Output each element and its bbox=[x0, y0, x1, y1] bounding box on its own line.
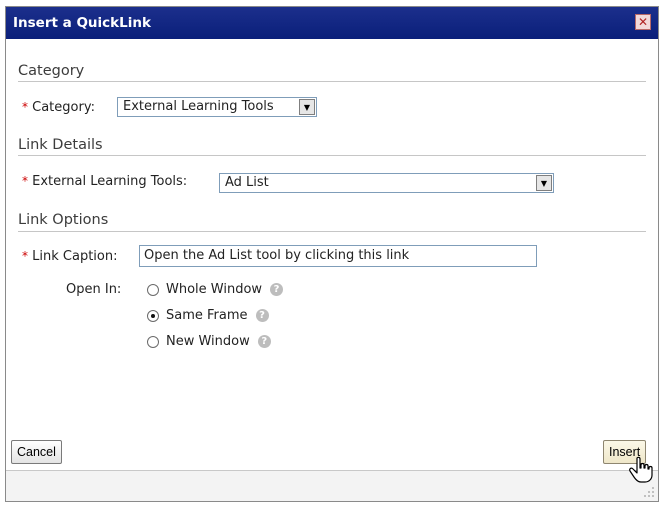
link-caption-label: Link Caption: bbox=[32, 249, 118, 264]
section-title-link-options: Link Options bbox=[18, 212, 109, 228]
link-caption-input[interactable]: Open the Ad List tool by clicking this l… bbox=[139, 245, 537, 267]
radio-label: Whole Window bbox=[166, 282, 263, 297]
resize-grip-icon[interactable] bbox=[643, 486, 655, 498]
cancel-button[interactable]: Cancel bbox=[11, 440, 62, 464]
required-marker: * bbox=[22, 249, 28, 263]
hand-cursor-icon bbox=[629, 456, 653, 483]
external-tools-label-wrap: * External Learning Tools: bbox=[22, 174, 187, 189]
dialog-titlebar: Insert a QuickLink ✕ bbox=[6, 7, 658, 39]
radio-label: New Window bbox=[166, 334, 250, 349]
help-icon[interactable]: ? bbox=[257, 335, 271, 348]
category-select-value: External Learning Tools bbox=[123, 99, 274, 114]
dialog-footer bbox=[6, 470, 658, 501]
category-label: Category: bbox=[32, 100, 95, 115]
help-icon[interactable]: ? bbox=[270, 283, 284, 296]
quicklink-dialog: Insert a QuickLink ✕ Category * Category… bbox=[5, 6, 659, 502]
link-caption-label-wrap: * Link Caption: bbox=[22, 249, 117, 264]
section-title-link-details: Link Details bbox=[18, 137, 103, 153]
radio-new-window[interactable]: New Window ? bbox=[147, 334, 271, 349]
radio-button[interactable] bbox=[147, 283, 159, 296]
category-label-wrap: * Category: bbox=[22, 100, 95, 115]
external-tools-select-value: Ad List bbox=[225, 175, 269, 190]
required-marker: * bbox=[22, 100, 28, 114]
external-tools-select[interactable]: Ad List ▼ bbox=[219, 173, 554, 193]
chevron-down-icon[interactable]: ▼ bbox=[299, 99, 315, 115]
radio-whole-window[interactable]: Whole Window ? bbox=[147, 282, 284, 297]
help-icon[interactable]: ? bbox=[255, 309, 269, 322]
section-divider bbox=[18, 155, 646, 156]
link-caption-value: Open the Ad List tool by clicking this l… bbox=[144, 248, 410, 263]
external-tools-label: External Learning Tools: bbox=[32, 174, 188, 189]
section-divider bbox=[18, 231, 646, 232]
dialog-title: Insert a QuickLink bbox=[13, 15, 151, 31]
close-icon[interactable]: ✕ bbox=[635, 14, 651, 30]
section-divider bbox=[18, 81, 646, 82]
section-title-category: Category bbox=[18, 63, 85, 79]
radio-same-frame[interactable]: Same Frame ? bbox=[147, 308, 269, 323]
radio-label: Same Frame bbox=[166, 308, 248, 323]
chevron-down-icon[interactable]: ▼ bbox=[536, 175, 552, 191]
category-select[interactable]: External Learning Tools ▼ bbox=[117, 97, 317, 117]
required-marker: * bbox=[22, 174, 28, 188]
radio-button[interactable] bbox=[147, 335, 159, 348]
open-in-label: Open In: bbox=[66, 282, 122, 297]
radio-button[interactable] bbox=[147, 309, 159, 322]
